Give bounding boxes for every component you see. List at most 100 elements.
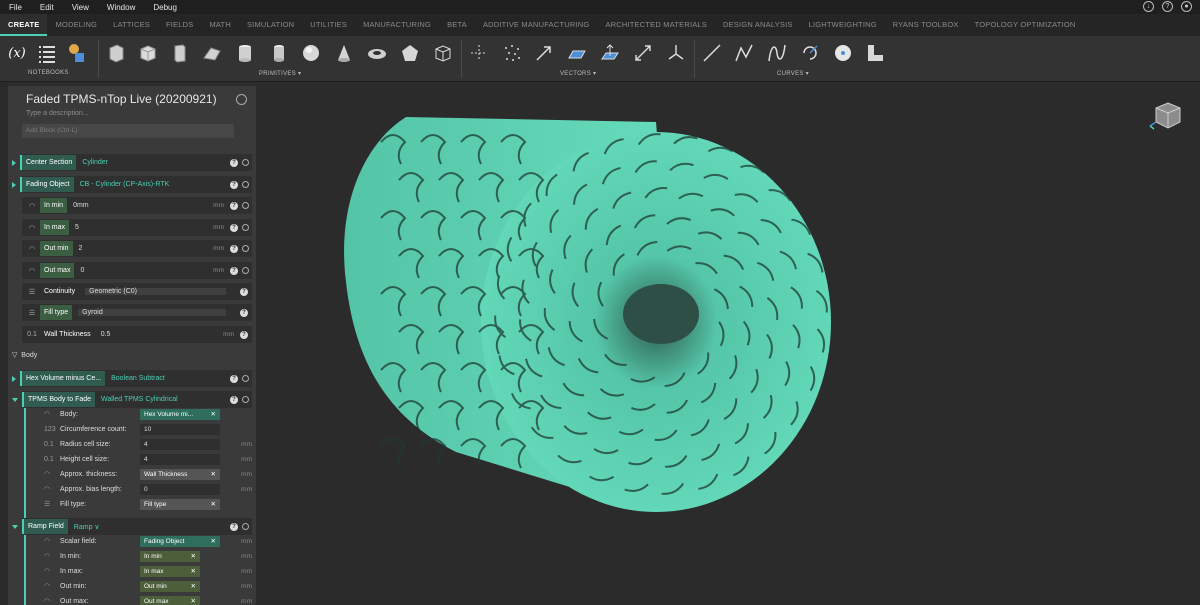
help-icon[interactable]: ? [240,287,248,296]
settings-icon[interactable] [242,181,249,188]
line-button[interactable] [699,39,725,67]
polyline-button[interactable] [731,39,757,67]
notebook-title[interactable]: Faded TPMS-nTop Live (20200921) [26,92,217,106]
settings-icon[interactable] [242,224,249,231]
help-icon[interactable]: ? [240,330,248,339]
distance-button[interactable] [630,39,656,67]
circumference-input[interactable]: 10 [140,423,220,435]
thickness-param[interactable]: ◠ Approx. thickness: Wall Thickness ✕ mm [44,467,252,481]
tab-utilities[interactable]: UTILITIES [302,14,355,36]
expand-icon[interactable] [12,375,16,382]
help-icon[interactable]: ? [230,374,238,383]
circle-button[interactable] [830,39,856,67]
collapse-icon[interactable] [12,524,18,529]
vector-button[interactable] [531,39,557,67]
continuity-row[interactable]: ☰ Continuity Geometric (C0) ? [22,283,252,300]
out-min-row[interactable]: ◠ Out min 2 mm ? [22,240,252,257]
menu-window[interactable]: Window [98,3,144,12]
help-icon[interactable]: ? [230,244,238,253]
tab-lattices[interactable]: LATTICES [105,14,158,36]
tab-fields[interactable]: FIELDS [158,14,201,36]
body-input[interactable]: Hex Volume mi... ✕ [140,408,220,420]
add-block-input[interactable]: Add Block (Ctrl-L) [22,124,234,138]
menu-file[interactable]: File [0,3,31,12]
frame-button[interactable] [663,39,689,67]
view-cube-icon[interactable] [1148,100,1188,132]
tab-lightweighting[interactable]: LIGHTWEIGHTING [801,14,885,36]
ramp-field-block[interactable]: Ramp Field Ramp ∨ ? [12,518,252,535]
help-icon[interactable]: ? [230,522,238,531]
settings-icon[interactable] [242,159,249,166]
list-button[interactable] [34,39,60,67]
cone-button[interactable] [331,39,357,67]
help-icon[interactable]: ? [230,266,238,275]
tab-topology-optimization[interactable]: TOPOLOGY OPTIMIZATION [967,14,1084,36]
shapes-button[interactable] [64,39,90,67]
help-icon[interactable]: ? [230,158,238,167]
tab-simulation[interactable]: SIMULATION [239,14,302,36]
ramp-in-min-param[interactable]: ◠ In min: In min ✕ mm [44,549,252,563]
tab-modeling[interactable]: MODELING [47,14,105,36]
tab-architected-materials[interactable]: ARCHITECTED MATERIALS [597,14,715,36]
tpms-block[interactable]: TPMS Body to Fade Walled TPMS Cylindrica… [12,391,252,408]
in-max-input[interactable]: 5 [75,224,213,231]
settings-icon[interactable] [242,202,249,209]
wedge-button[interactable] [199,39,225,67]
help-icon[interactable]: ? [230,201,238,210]
height-param[interactable]: 0.1 Height cell size: 4 mm [44,452,252,466]
tab-manufacturing[interactable]: MANUFACTURING [355,14,439,36]
fill-param[interactable]: ☰ Fill type: Fill type ✕ [44,497,252,511]
tube-button[interactable] [266,39,292,67]
fill-input[interactable]: Fill type ✕ [140,498,220,510]
scalar-field-param[interactable]: ◠ Scalar field: Fading Object ✕ mm [44,534,252,548]
point-cloud-button[interactable] [499,39,525,67]
body-param[interactable]: ◠ Body: Hex Volume mi... ✕ [44,407,252,421]
in-max-row[interactable]: ◠ In max 5 mm ? [22,219,252,236]
ramp-in-max-param[interactable]: ◠ In max: In max ✕ mm [44,564,252,578]
refresh-icon[interactable] [236,94,247,105]
profile-button[interactable] [862,39,888,67]
radius-param[interactable]: 0.1 Radius cell size: 4 mm [44,437,252,451]
out-max-row[interactable]: ◠ Out max 0 mm ? [22,262,252,279]
circumference-param[interactable]: 123 Circumference count: 10 [44,422,252,436]
notebook-description[interactable]: Type a description... [26,110,89,117]
thickness-input[interactable]: Wall Thickness ✕ [140,468,220,480]
sphere-button[interactable] [298,39,324,67]
out-min-input[interactable]: 2 [79,245,214,252]
in-min-input[interactable]: 0mm [73,202,213,209]
tab-create[interactable]: CREATE [0,14,48,36]
scalar-field-input[interactable]: Fading Object ✕ [140,535,220,547]
help-icon[interactable]: ? [230,223,238,232]
hex-volume-block[interactable]: Hex Volume minus Ce... Boolean Subtract … [12,370,252,387]
bias-param[interactable]: ◠ Approx. bias length: 0 mm [44,482,252,496]
download-icon[interactable]: ↓ [1143,1,1154,12]
height-input[interactable]: 4 [140,453,220,465]
expand-icon[interactable] [12,181,16,188]
cube-button[interactable] [135,39,161,67]
continuity-select[interactable]: Geometric (C0) [85,288,226,295]
in-min-row[interactable]: ◠ In min 0mm mm ? [22,197,252,214]
arc-button[interactable] [797,39,823,67]
torus-button[interactable] [364,39,390,67]
center-section-block[interactable]: Center Section Cylinder ? [12,154,252,171]
box-button[interactable] [103,39,129,67]
help-icon[interactable]: ? [230,395,238,404]
ramp-in-min-input[interactable]: In min ✕ [140,550,200,562]
wall-thickness-input[interactable]: 0.5 [101,331,223,338]
ramp-out-max-param[interactable]: ◠ Out max: Out max ✕ mm [44,594,252,605]
settings-icon[interactable] [242,267,249,274]
variable-button[interactable]: (x) [4,39,30,67]
menu-edit[interactable]: Edit [31,3,63,12]
spline-button[interactable] [764,39,790,67]
polygon-button[interactable] [397,39,423,67]
body-section-header[interactable]: ▽ Body [12,351,37,359]
plane-normal-button[interactable] [597,39,623,67]
bounding-box-button[interactable] [430,39,456,67]
wall-thickness-row[interactable]: 0.1 Wall Thickness 0.5 mm ? [22,326,252,343]
3d-viewport[interactable] [256,82,1200,605]
block-type[interactable]: Ramp ∨ [74,523,100,531]
ramp-in-max-input[interactable]: In max ✕ [140,565,200,577]
fill-type-row[interactable]: ☰ Fill type Gyroid ? [22,304,252,321]
menu-debug[interactable]: Debug [144,3,186,12]
fill-type-select[interactable]: Gyroid [78,309,226,316]
